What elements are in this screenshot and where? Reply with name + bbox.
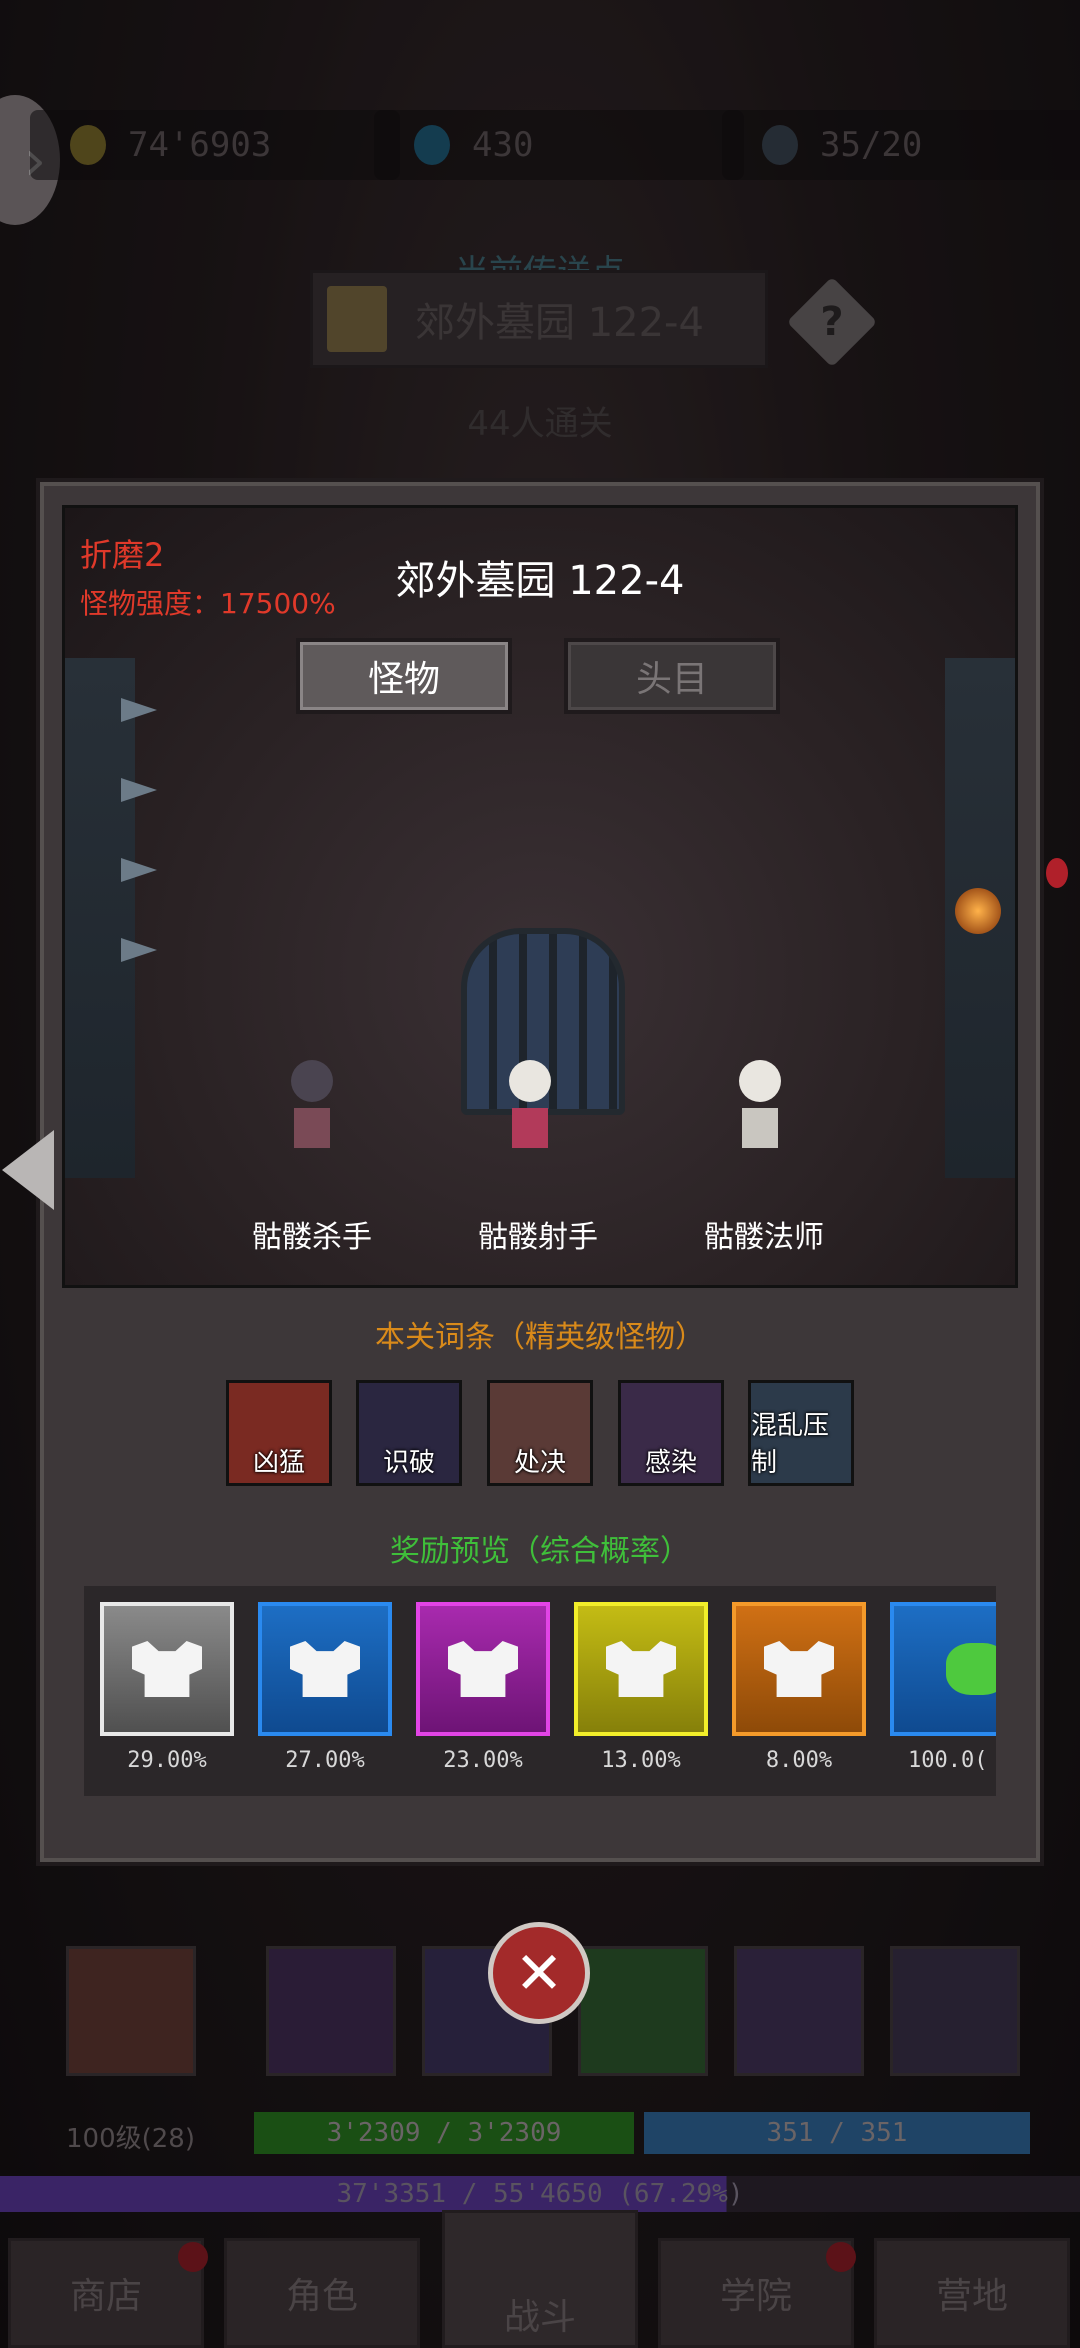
reward-item-common[interactable] (100, 1602, 234, 1736)
next-stage-marker[interactable] (1046, 858, 1068, 888)
nav-label: 角色 (285, 2276, 358, 2317)
nav-shop[interactable]: 商店 (8, 2238, 204, 2348)
affix-execute[interactable]: 处决 (487, 1380, 593, 1486)
affix-label: 处决 (513, 1448, 566, 1478)
nav-label: 学院 (719, 2276, 792, 2317)
prev-stage-arrow[interactable] (2, 1130, 54, 1210)
torch-icon (955, 888, 1001, 934)
spike-wall-left (65, 658, 157, 1178)
exp-bar: 37'3351 / 55'4650 (67.29%) (0, 2176, 1080, 2212)
player-portrait (66, 1946, 196, 2076)
reward-chance: 100.0( (908, 1748, 988, 1773)
reward-item-legendary[interactable] (574, 1602, 708, 1736)
reward-chance: 23.00% (443, 1748, 523, 1773)
nav-character[interactable]: 角色 (224, 2238, 420, 2348)
player-level: 100级(28) (66, 2124, 195, 2154)
nav-academy[interactable]: 学院 (658, 2238, 854, 2348)
hp-text: 3'2309 / 3'2309 (326, 2118, 562, 2148)
tab-monsters-label: 怪物 (367, 659, 440, 700)
skeleton-archer-sprite (500, 1060, 560, 1150)
affix-infection[interactable]: 感染 (618, 1380, 724, 1486)
skill-slot[interactable] (266, 1946, 396, 2076)
nav-label: 营地 (935, 2276, 1008, 2317)
nav-camp[interactable]: 营地 (874, 2238, 1070, 2348)
reward-item-epic[interactable] (416, 1602, 550, 1736)
hp-bar: 3'2309 / 3'2309 (254, 2112, 634, 2154)
armor-icon (764, 1641, 834, 1697)
notification-badge (826, 2242, 856, 2272)
monster-name: 骷髅射手 (478, 1220, 598, 1255)
nav-battle[interactable]: 战斗 (442, 2210, 638, 2348)
reward-item-mythic[interactable] (732, 1602, 866, 1736)
stage-preview (62, 505, 1018, 1288)
reward-chance: 29.00% (127, 1748, 207, 1773)
notification-badge (178, 2242, 208, 2272)
skill-slot[interactable] (890, 1946, 1020, 2076)
stage-title: 郊外墓园 122-4 (395, 558, 685, 604)
exp-text: 37'3351 / 55'4650 (67.29%) (336, 2179, 744, 2209)
monster-name: 骷髅法师 (704, 1220, 824, 1255)
close-icon: ✕ (514, 1939, 564, 2007)
armor-icon (606, 1641, 676, 1697)
reward-chance: 13.00% (601, 1748, 681, 1773)
affix-label: 识破 (382, 1448, 435, 1478)
affix-label: 混乱压制 (751, 1411, 830, 1478)
mp-bar: 351 / 351 (644, 2112, 1030, 2154)
reward-title: 奖励预览（综合概率） (390, 1534, 690, 1569)
reward-chance: 8.00% (765, 1748, 833, 1773)
skill-slot[interactable] (578, 1946, 708, 2076)
tab-boss-label: 头目 (635, 659, 708, 700)
armor-icon (448, 1641, 518, 1697)
tab-monsters[interactable]: 怪物 (296, 638, 512, 714)
affix-label: 凶猛 (252, 1448, 305, 1478)
skeleton-mage-sprite (730, 1060, 790, 1150)
skeleton-assassin-sprite (282, 1060, 342, 1150)
reward-item-rare[interactable] (258, 1602, 392, 1736)
skill-slot[interactable] (734, 1946, 864, 2076)
close-button[interactable]: ✕ (488, 1922, 590, 2024)
affix-title: 本关词条（精英级怪物） (375, 1320, 705, 1355)
mp-text: 351 / 351 (766, 2118, 908, 2148)
affix-label: 感染 (644, 1448, 697, 1478)
affix-chaos-suppress[interactable]: 混乱压制 (748, 1380, 854, 1486)
green-gem-icon (946, 1643, 996, 1695)
reward-item-gem[interactable] (890, 1602, 996, 1736)
nav-label: 战斗 (503, 2297, 576, 2338)
monster-name: 骷髅杀手 (252, 1220, 372, 1255)
affix-insight[interactable]: 识破 (356, 1380, 462, 1486)
tab-boss[interactable]: 头目 (564, 638, 780, 714)
affix-ferocious[interactable]: 凶猛 (226, 1380, 332, 1486)
armor-icon (132, 1641, 202, 1697)
reward-chance: 27.00% (285, 1748, 365, 1773)
nav-label: 商店 (69, 2276, 142, 2317)
armor-icon (290, 1641, 360, 1697)
reward-list[interactable]: 29.00% 27.00% 23.00% 13.00% 8.00% 100.0( (84, 1586, 996, 1796)
